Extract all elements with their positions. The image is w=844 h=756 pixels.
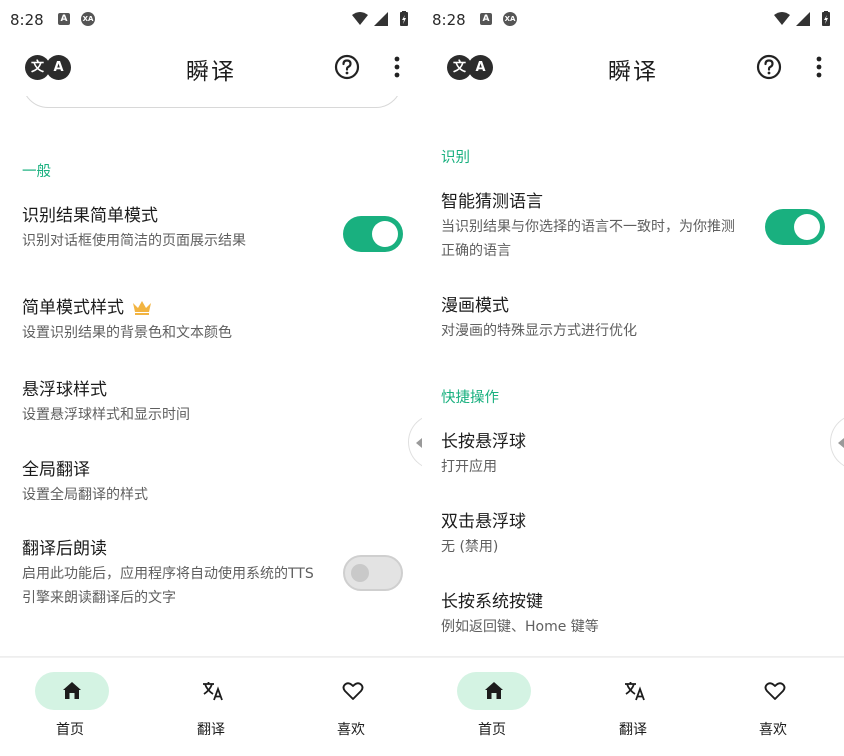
- more-options-icon[interactable]: [390, 54, 404, 80]
- help-icon[interactable]: [334, 54, 360, 80]
- settings-list[interactable]: 识别 智能猜测语言 当识别结果与你选择的语言不一致时，为你推测正确的语言 漫画模…: [422, 96, 844, 656]
- setting-double-tap-ball[interactable]: 双击悬浮球 无 (禁用): [441, 510, 761, 559]
- nav-home[interactable]: 首页: [0, 657, 140, 756]
- status-right-icons: [774, 11, 830, 26]
- signal-icon: [374, 12, 388, 26]
- translate-icon: [625, 682, 645, 701]
- status-time: 8:28: [432, 11, 466, 29]
- nav-home[interactable]: 首页: [422, 657, 562, 756]
- setting-long-press-ball[interactable]: 长按悬浮球 打开应用: [441, 430, 761, 479]
- more-options-icon[interactable]: [812, 54, 826, 80]
- status-time: 8:28: [10, 11, 44, 29]
- bottom-navigation: 首页 翻译 喜欢: [422, 656, 844, 756]
- app-bar: 文 A 瞬译: [422, 38, 844, 96]
- setting-long-press-system-key[interactable]: 长按系统按键 例如返回键、Home 键等: [441, 590, 761, 639]
- setting-comic-mode[interactable]: 漫画模式 对漫画的特殊显示方式进行优化: [441, 294, 761, 343]
- section-general: 一般: [22, 164, 51, 180]
- read-aloud-toggle[interactable]: [343, 555, 403, 591]
- notification-xa-icon: XA: [81, 12, 95, 26]
- notification-a-icon: A: [58, 13, 70, 25]
- nav-favorites[interactable]: 喜欢: [703, 657, 843, 756]
- right-screen: 8:28 A XA 文 A 瞬译 识别 智能猜测语言 当识别结果与你选择的语言不…: [422, 0, 844, 756]
- float-ball-handle[interactable]: [830, 414, 844, 470]
- help-icon[interactable]: [756, 54, 782, 80]
- home-icon: [63, 682, 81, 699]
- simple-mode-toggle[interactable]: [343, 216, 403, 252]
- setting-simple-mode-style[interactable]: 简单模式样式 设置识别结果的背景色和文本颜色: [22, 296, 342, 345]
- notification-xa-icon: XA: [503, 12, 517, 26]
- heart-icon: [764, 682, 786, 700]
- setting-global-translate[interactable]: 全局翻译 设置全局翻译的样式: [22, 458, 342, 507]
- nav-favorites[interactable]: 喜欢: [281, 657, 421, 756]
- nav-translate[interactable]: 翻译: [141, 657, 281, 756]
- bottom-navigation: 首页 翻译 喜欢: [0, 656, 422, 756]
- heart-icon: [342, 682, 364, 700]
- section-recognize: 识别: [441, 150, 470, 166]
- settings-list[interactable]: 一般 识别结果简单模式 识别对话框使用简洁的页面展示结果 简单模式样式 设置识别…: [0, 96, 422, 656]
- notification-a-icon: A: [480, 13, 492, 25]
- status-bar: 8:28 A XA: [422, 0, 844, 38]
- translate-icon: [203, 682, 223, 701]
- wifi-icon: [352, 12, 368, 25]
- status-bar: 8:28 A XA: [0, 0, 422, 38]
- setting-smart-language[interactable]: 智能猜测语言 当识别结果与你选择的语言不一致时，为你推测正确的语言: [441, 190, 746, 263]
- top-card: [22, 96, 402, 108]
- nav-translate[interactable]: 翻译: [563, 657, 703, 756]
- setting-read-aloud[interactable]: 翻译后朗读 启用此功能后，应用程序将自动使用系统的TTS引擎来朗读翻译后的文字: [22, 537, 322, 610]
- setting-simple-mode[interactable]: 识别结果简单模式 识别对话框使用简洁的页面展示结果: [22, 204, 342, 253]
- float-ball-handle[interactable]: [408, 414, 422, 470]
- crown-icon: [133, 301, 151, 315]
- setting-float-ball-style[interactable]: 悬浮球样式 设置悬浮球样式和显示时间: [22, 378, 342, 427]
- smart-language-toggle[interactable]: [765, 209, 825, 245]
- signal-icon: [796, 12, 810, 26]
- app-bar: 文 A 瞬译: [0, 38, 422, 96]
- left-screen: 8:28 A XA 文 A 瞬译 一般 识别结果简单模式 识别对话框使用简洁的页…: [0, 0, 422, 756]
- home-icon: [485, 682, 503, 699]
- section-quick-actions: 快捷操作: [441, 390, 499, 406]
- status-right-icons: [352, 11, 408, 26]
- wifi-icon: [774, 12, 790, 25]
